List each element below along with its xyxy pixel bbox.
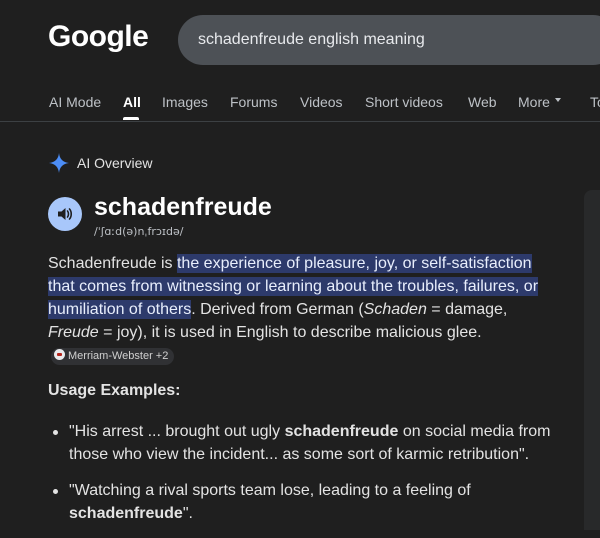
example-bold: schadenfreude bbox=[69, 505, 183, 522]
tab-web[interactable]: Web bbox=[468, 94, 497, 110]
chevron-down-icon bbox=[555, 98, 561, 102]
tab-images[interactable]: Images bbox=[162, 94, 208, 110]
headword: schadenfreude bbox=[94, 193, 272, 221]
active-tab-indicator bbox=[123, 117, 139, 120]
definition-intro: Schadenfreude is bbox=[48, 255, 177, 272]
tab-short-videos[interactable]: Short videos bbox=[365, 94, 443, 110]
tab-forums[interactable]: Forums bbox=[230, 94, 277, 110]
tab-more[interactable]: More bbox=[518, 94, 550, 110]
definition-paragraph: Schadenfreude is the experience of pleas… bbox=[48, 252, 548, 367]
example-text: "His arrest ... brought out ugly bbox=[69, 423, 285, 440]
example-text: ". bbox=[182, 505, 193, 522]
search-box[interactable] bbox=[178, 15, 600, 65]
google-logo[interactable]: Google bbox=[48, 20, 149, 54]
schaden-gloss: = damage, bbox=[426, 301, 508, 318]
usage-examples-heading: Usage Examples: bbox=[48, 382, 181, 399]
pronunciation-text: /ˈʃɑːd(ə)nˌfrɔɪdə/ bbox=[94, 225, 184, 238]
example-bold: schadenfreude bbox=[284, 423, 399, 440]
gemini-sparkle-icon bbox=[49, 153, 69, 173]
tab-ai-mode[interactable]: AI Mode bbox=[49, 94, 101, 110]
german-word-freude: Freude bbox=[48, 324, 99, 341]
merriam-webster-icon bbox=[54, 349, 65, 360]
source-chip[interactable]: Merriam-Webster +2 bbox=[51, 348, 175, 365]
search-tabs: AI Mode All Images Forums Videos Short v… bbox=[0, 88, 600, 122]
search-input[interactable] bbox=[198, 15, 578, 65]
example-text: "Watching a rival sports team lose, lead… bbox=[69, 482, 471, 499]
source-chip-label: Merriam-Webster +2 bbox=[68, 350, 169, 362]
freude-gloss: = joy), it is used in English to describ… bbox=[98, 324, 482, 341]
ai-overview-label: AI Overview bbox=[77, 155, 153, 171]
definition-rest: . Derived from German ( bbox=[191, 301, 364, 318]
tab-tools[interactable]: Tools bbox=[590, 94, 600, 110]
side-panel bbox=[584, 190, 600, 530]
list-item: "Watching a rival sports team lose, lead… bbox=[48, 479, 568, 525]
german-word-schaden: Schaden bbox=[363, 301, 427, 318]
speaker-icon bbox=[58, 208, 73, 220]
pronunciation-speaker-button[interactable] bbox=[48, 197, 82, 231]
usage-examples-list: "His arrest ... brought out ugly schaden… bbox=[48, 420, 568, 538]
list-item: "His arrest ... brought out ugly schaden… bbox=[48, 420, 568, 466]
tab-videos[interactable]: Videos bbox=[300, 94, 343, 110]
tab-all[interactable]: All bbox=[123, 94, 141, 110]
